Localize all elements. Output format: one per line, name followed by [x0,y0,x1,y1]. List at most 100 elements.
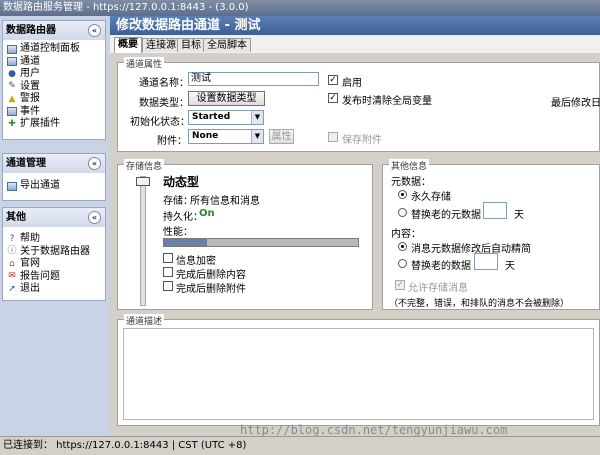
sidebar-item-help[interactable]: ? 帮助 [7,233,105,246]
content-prune-radio[interactable] [398,259,407,268]
sidebar-item-events[interactable]: 事件 [7,106,105,119]
sidebar-section-header[interactable]: 通道管理 « [3,154,105,173]
window-title-bar: 数据路由服务管理 - https://127.0.0.1:8443 - (3.0… [0,0,600,16]
encrypt-data-checkbox[interactable] [163,253,173,263]
metadata-prune-radio[interactable] [398,208,407,217]
tab-summary[interactable]: 概要 [114,37,142,53]
sidebar-item-logout[interactable]: ➚ 退出 [7,283,105,296]
storage-mode-title: 动态型 [163,175,200,189]
pruning-note: （不完整，错误，和排队的消息不会被删除） [389,299,570,309]
storage-label: 存储： [163,196,193,207]
alert-icon: ▲ [8,93,16,104]
sidebar-item-export-channel[interactable]: 导出通道 [7,180,105,193]
set-data-types-button[interactable]: 设置数据类型 [188,91,265,106]
sidebar-item-label: 通道控制面板 [20,43,80,54]
remove-content-checkbox[interactable] [163,267,173,277]
metadata-days-field[interactable] [483,202,507,219]
logout-icon: ➚ [8,283,16,294]
sidebar-section-header[interactable]: 数据路由器 « [3,21,105,40]
initial-state-label: 初始化状态： [130,117,190,128]
sidebar-item-about[interactable]: ⓘ 关于数据路由器 [7,246,105,259]
event-icon [7,107,17,117]
sidebar-item-website[interactable]: ⌂ 官网 [7,258,105,271]
channel-description-group: 通道描述 [117,314,600,426]
sidebar-section-title: 数据路由器 [6,25,56,36]
message-pruning-group: 其他信息 元数据： 永久存储 替换老的元数据 天 内容： 消息元数据修改后自动精… [382,159,600,310]
status-bar: 已连接到： https://127.0.0.1:8443 | CST (UTC … [0,436,600,455]
metadata-days-unit: 天 [514,210,524,221]
store-attachments-checkbox[interactable] [328,132,338,142]
sidebar-section-router: 数据路由器 « 通道控制面板 通道 ● 用户 ✎ 设置 ▲ 警报 事件 ✚ 扩展插件 [2,20,106,140]
description-textarea[interactable] [123,328,594,420]
tab-content: 通道属性 通道名称： 测试 ✓ 启用 数据类型： 设置数据类型 ✓ 发布时清除全… [110,53,600,436]
connection-status: 已连接到： https://127.0.0.1:8443 | CST (UTC … [3,440,247,451]
content-auto-prune-radio[interactable] [398,242,407,251]
sidebar-item-dashboard[interactable]: 通道控制面板 [7,43,105,56]
channel-icon [7,57,17,67]
remove-attachments-checkbox[interactable] [163,281,173,291]
sidebar-item-label: 警报 [20,93,40,104]
sidebar-item-label: 事件 [20,105,40,117]
tab-destinations[interactable]: 目标 [177,38,205,52]
sidebar-item-plugins[interactable]: ✚ 扩展插件 [7,118,105,131]
initial-state-value: Started [192,112,231,122]
sidebar-item-label: 扩展插件 [20,118,60,129]
group-legend: 存储信息 [124,159,165,172]
attachment-select[interactable]: None ▼ [188,129,264,144]
storage-settings-group: 存储信息 动态型 存储： 所有信息和消息 持久化： On 性能： 信息加密 完成… [117,159,373,310]
allow-archive-checkbox[interactable]: ✓ [395,280,405,290]
last-modified-label: 最后修改日期 [551,98,600,109]
clear-global-vars-label: 发布时清除全局变量 [342,96,432,107]
group-legend: 其他信息 [389,159,430,172]
report-icon: ✉ [8,271,16,282]
storage-level-slider[interactable] [140,176,146,306]
performance-bar-fill [164,239,207,246]
sidebar-section-title: 通道管理 [6,158,46,169]
channel-name-field[interactable]: 测试 [188,72,319,86]
metadata-keep-forever-label: 永久存储 [411,192,451,203]
tab-source[interactable]: 连接源 [142,38,180,52]
content-auto-prune-label: 消息元数据修改后自动精简 [411,244,531,255]
performance-label: 性能： [163,227,193,238]
sidebar-item-channels[interactable]: 通道 [7,56,105,69]
metadata-keep-forever-radio[interactable] [398,190,407,199]
sidebar-item-settings[interactable]: ✎ 设置 [7,81,105,94]
sidebar-item-report-issue[interactable]: ✉ 报告问题 [7,271,105,284]
sidebar-section-header[interactable]: 其他 « [3,208,105,227]
content-label: 内容： [391,229,421,240]
sidebar-item-label: 帮助 [20,233,40,244]
sidebar-item-users[interactable]: ● 用户 [7,68,105,81]
collapse-icon[interactable]: « [88,211,101,224]
channel-properties-group: 通道属性 通道名称： 测试 ✓ 启用 数据类型： 设置数据类型 ✓ 发布时清除全… [117,57,600,152]
plugin-icon: ✚ [8,118,16,129]
sidebar-item-label: 导出通道 [20,180,60,191]
page-title: 修改数据路由通道 - 测试 [110,16,600,35]
sidebar: 数据路由器 « 通道控制面板 通道 ● 用户 ✎ 设置 ▲ 警报 事件 ✚ 扩展插件 通… [0,16,109,436]
content-days-field[interactable] [474,253,498,270]
sidebar-item-label: 报告问题 [20,270,60,282]
metadata-label: 元数据： [391,177,431,188]
clear-global-vars-checkbox[interactable]: ✓ [328,93,338,103]
enabled-checkbox[interactable]: ✓ [328,75,338,85]
chevron-down-icon: ▼ [251,130,263,143]
attachment-properties-button[interactable]: 属性 [269,129,294,144]
main-panel: 修改数据路由通道 - 测试 概要 连接源 目标 全局脚本 通道属性 通道名称： … [110,16,600,436]
window-title: 数据路由服务管理 - https://127.0.0.1:8443 - (3.0… [3,2,249,13]
chevron-down-icon: ▼ [251,111,263,124]
initial-state-select[interactable]: Started ▼ [188,110,264,125]
sidebar-section-title: 其他 [6,212,26,223]
slider-thumb[interactable] [136,177,150,186]
collapse-icon[interactable]: « [88,157,101,170]
sidebar-item-alerts[interactable]: ▲ 警报 [7,93,105,106]
metadata-prune-label: 替换老的元数据 [411,210,481,221]
performance-bar [163,238,359,247]
sidebar-item-label: 官网 [20,258,40,269]
channel-name-label: 通道名称： [139,78,189,89]
tab-global-scripts[interactable]: 全局脚本 [203,38,251,52]
sidebar-item-label: 退出 [20,283,40,294]
collapse-icon[interactable]: « [88,24,101,37]
sidebar-item-label: 通道 [20,55,40,67]
settings-icon: ✎ [8,81,16,92]
sidebar-section-other: 其他 « ? 帮助 ⓘ 关于数据路由器 ⌂ 官网 ✉ 报告问题 ➚ 退出 [2,207,106,301]
attachment-label: 附件： [157,136,187,147]
